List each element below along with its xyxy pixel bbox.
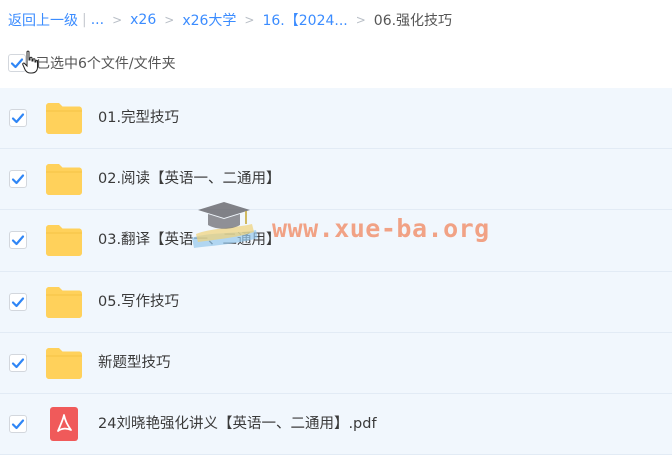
checkmark-icon (11, 174, 25, 185)
breadcrumb-divider: | (82, 12, 87, 28)
chevron-right-icon: > (355, 13, 366, 27)
folder-icon (46, 164, 82, 196)
row-checkbox[interactable] (9, 170, 27, 189)
row-checkbox[interactable] (9, 292, 27, 311)
chevron-right-icon: > (164, 13, 175, 27)
file-name[interactable]: 01.完型技巧 (98, 88, 179, 148)
chevron-right-icon: > (244, 13, 255, 27)
checkmark-icon (11, 235, 25, 246)
list-item[interactable]: 02.阅读【英语一、二通用】 (0, 149, 672, 211)
row-checkbox[interactable] (9, 109, 27, 127)
breadcrumb-ellipsis[interactable]: ... (91, 12, 104, 28)
row-checkbox[interactable] (9, 414, 27, 433)
checkmark-icon (11, 358, 25, 368)
list-item[interactable]: 24刘晓艳强化讲义【英语一、二通用】.pdf (0, 393, 672, 455)
hand-cursor-icon (22, 50, 38, 74)
file-name[interactable]: 24刘晓艳强化讲义【英语一、二通用】.pdf (98, 394, 377, 454)
row-checkbox[interactable] (9, 231, 27, 250)
breadcrumb-item-x26-university[interactable]: x26大学 (182, 10, 236, 30)
selection-count-label: 已选中6个文件/文件夹 (36, 56, 176, 72)
folder-icon (46, 225, 82, 257)
file-name[interactable]: 03.翻译【英语一、二通用】 (98, 210, 281, 270)
checkmark-icon (11, 419, 25, 430)
folder-icon (46, 286, 82, 318)
chevron-right-icon: > (112, 13, 123, 27)
checkmark-icon (11, 296, 25, 307)
file-list: 01.完型技巧 02.阅读【英语一、二通用】 03.翻译【英语一、二通用】 05… (0, 88, 672, 455)
breadcrumb-item-x26[interactable]: x26 (130, 12, 156, 28)
breadcrumb-item-2024[interactable]: 16.【2024... (262, 10, 347, 30)
breadcrumb: 返回上一级 | ... > x26 > x26大学 > 16.【2024... … (8, 9, 452, 31)
list-item[interactable]: 新题型技巧 (0, 332, 672, 394)
file-name[interactable]: 新题型技巧 (98, 333, 171, 393)
list-item[interactable]: 03.翻译【英语一、二通用】 (0, 210, 672, 272)
breadcrumb-current: 06.强化技巧 (373, 13, 453, 29)
file-name[interactable]: 05.写作技巧 (98, 272, 179, 332)
file-name[interactable]: 02.阅读【英语一、二通用】 (98, 149, 281, 209)
list-item[interactable]: 05.写作技巧 (0, 271, 672, 333)
back-link[interactable]: 返回上一级 (8, 10, 78, 30)
pdf-icon (50, 406, 78, 441)
row-checkbox[interactable] (9, 353, 27, 372)
folder-icon (46, 347, 82, 379)
list-item[interactable]: 01.完型技巧 (0, 88, 672, 150)
folder-icon (46, 103, 82, 134)
checkmark-icon (11, 113, 25, 124)
